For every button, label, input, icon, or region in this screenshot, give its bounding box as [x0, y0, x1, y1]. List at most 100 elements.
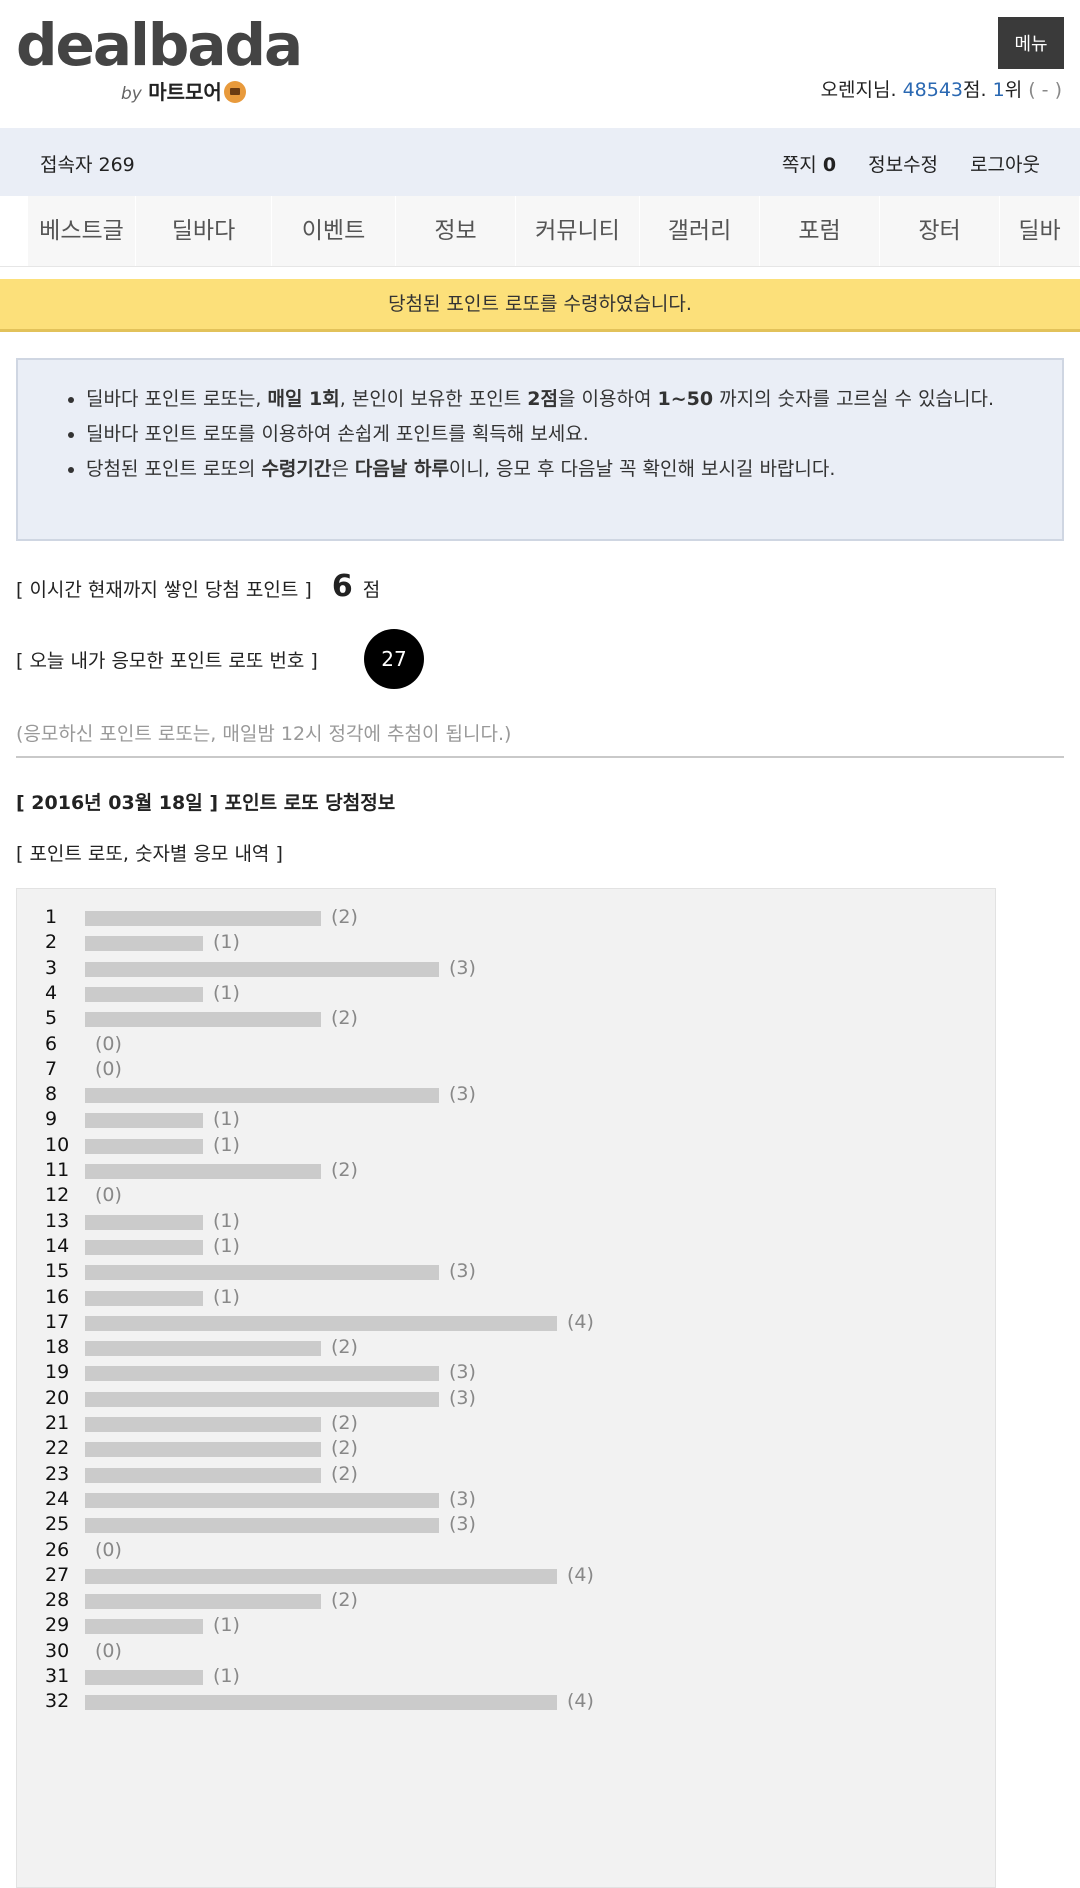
chart-value-label: (1) [213, 1234, 240, 1257]
points-suffix: 점. [963, 79, 987, 101]
chart-value-label: (4) [567, 1310, 594, 1333]
accumulated-label: [ 이시간 현재까지 쌓인 당첨 포인트 ] [16, 579, 312, 601]
user-rank: 1 [992, 79, 1005, 101]
chart-row: 7 (0) [17, 1057, 995, 1082]
chart-bar [85, 1518, 439, 1534]
chart-value-label: (3) [449, 1513, 476, 1536]
chart-bar [85, 1619, 203, 1635]
menu-button[interactable]: 메뉴 [998, 17, 1064, 69]
nav-item-dealba[interactable]: 딜바 [1000, 196, 1080, 266]
chart-category-label: 22 [45, 1437, 70, 1460]
info-bar: 접속자 269 쪽지 0 정보수정 로그아웃 [0, 128, 1080, 196]
chart-category-label: 2 [45, 931, 58, 954]
rank-change: ( - ) [1028, 79, 1062, 101]
entries-title: [ 포인트 로또, 숫자별 응모 내역 ] [16, 843, 283, 865]
chart-value-label: (2) [331, 1589, 358, 1612]
chart-category-label: 9 [45, 1108, 58, 1131]
entries-chart: 1 (2) 2 (1) 3 (3) 4 (1) 5 (2) 6 (0) 7 (0) 8 (3) 9 (1) 10 (1… [16, 888, 996, 1888]
visitor-count: 접속자 269 [40, 154, 135, 176]
chart-bar [85, 1214, 203, 1230]
chart-row: 4 (1) [17, 981, 995, 1006]
chart-bar [85, 1138, 203, 1154]
chart-bar [85, 1265, 439, 1281]
chart-category-label: 17 [45, 1310, 70, 1333]
account-links: 쪽지 0 정보수정 로그아웃 [730, 150, 1040, 177]
logout-link[interactable]: 로그아웃 [970, 154, 1040, 176]
user-points: 48543 [902, 79, 964, 101]
chart-value-label: (1) [213, 931, 240, 954]
chart-category-label: 1 [45, 906, 58, 928]
chart-bar [85, 1164, 321, 1179]
chart-value-label: (1) [213, 1665, 240, 1687]
chart-bar [85, 1341, 321, 1357]
chart-row: 2 (1) [17, 930, 995, 955]
my-entry: [ 오늘 내가 응모한 포인트 로또 번호 ] 27 [16, 629, 1080, 689]
chart-bar [85, 1568, 557, 1584]
chart-category-label: 20 [45, 1386, 70, 1409]
messages-label: 쪽지 [781, 154, 817, 176]
chart-row: 14 (1) [17, 1234, 995, 1259]
chart-row: 12 (0) [17, 1183, 995, 1208]
chart-row: 28 (2) [17, 1588, 995, 1613]
nav-item-info[interactable]: 정보 [396, 196, 516, 266]
chart-category-label: 3 [45, 956, 58, 979]
nav-item-community[interactable]: 커뮤니티 [516, 196, 640, 266]
chart-row: 18 (2) [17, 1335, 995, 1360]
chart-category-label: 28 [45, 1589, 70, 1612]
chart-row: 13 (1) [17, 1209, 995, 1234]
chart-row: 31 (1) [17, 1664, 995, 1689]
chart-category-label: 8 [45, 1083, 58, 1106]
result-title: [ 2016년 03월 18일 ] 포인트 로또 당첨정보 [16, 792, 396, 814]
chart-row: 32 (4) [17, 1689, 995, 1714]
chart-category-label: 26 [45, 1538, 70, 1561]
nav-item-dealbada[interactable]: 딜바다 [136, 196, 272, 266]
edit-profile-link[interactable]: 정보수정 [868, 154, 938, 176]
chart-bar [85, 1391, 439, 1407]
user-status[interactable]: 오렌지님. 48543점. 1위 ( - ) [821, 75, 1062, 102]
chart-value-label: (1) [213, 981, 240, 1004]
chart-value-label: (3) [449, 1487, 476, 1510]
chart-value-label: (1) [213, 1285, 240, 1308]
chart-category-label: 6 [45, 1032, 58, 1055]
chart-value-label: (0) [95, 1057, 122, 1080]
chart-bar [85, 911, 321, 926]
chart-bar [85, 1315, 557, 1331]
nav-item-gallery[interactable]: 갤러리 [640, 196, 760, 266]
rules-box: 딜바다 포인트 로또는, 매일 1회, 본인이 보유한 포인트 2점을 이용하여… [16, 358, 1064, 541]
chart-value-label: (4) [567, 1563, 594, 1586]
user-name: 오렌지님. [820, 79, 897, 101]
chart-bar [85, 1113, 203, 1129]
chart-row: 3 (3) [17, 956, 995, 981]
my-number-ball: 27 [364, 629, 424, 689]
nav-item-forum[interactable]: 포럼 [760, 196, 880, 266]
chart-category-label: 32 [45, 1690, 70, 1713]
chart-category-label: 13 [45, 1209, 70, 1232]
chart-category-label: 12 [45, 1184, 70, 1207]
nav-item-event[interactable]: 이벤트 [272, 196, 396, 266]
chart-row: 25 (3) [17, 1512, 995, 1537]
chart-category-label: 25 [45, 1513, 70, 1536]
chart-bar [85, 1492, 439, 1508]
chart-value-label: (0) [95, 1639, 122, 1662]
chart-category-label: 29 [45, 1614, 70, 1637]
chart-value-label: (2) [331, 1437, 358, 1460]
chart-category-label: 18 [45, 1336, 70, 1359]
chart-row: 23 (2) [17, 1462, 995, 1487]
rank-suffix: 위 [1004, 79, 1023, 101]
chart-row: 11 (2) [17, 1158, 995, 1183]
logo-subtitle: by 마트모어 [121, 76, 246, 105]
nav-item-market[interactable]: 장터 [880, 196, 1000, 266]
chart-value-label: (2) [331, 906, 358, 928]
messages-link[interactable]: 쪽지 0 [756, 154, 836, 176]
site-logo[interactable]: dealbada by 마트모어 [16, 16, 303, 104]
chart-value-label: (1) [213, 1133, 240, 1156]
chart-value-label: (1) [213, 1209, 240, 1232]
chart-value-label: (0) [95, 1184, 122, 1207]
chart-value-label: (3) [449, 956, 476, 979]
chart-row: 24 (3) [17, 1487, 995, 1512]
accumulated-value: 6 [331, 569, 353, 604]
chart-category-label: 23 [45, 1462, 70, 1485]
draw-note: (응모하신 포인트 로또는, 매일밤 12시 정각에 추첨이 됩니다.) [16, 719, 1064, 758]
nav-item-best[interactable]: 베스트글 [28, 196, 136, 266]
chart-category-label: 30 [45, 1639, 70, 1662]
